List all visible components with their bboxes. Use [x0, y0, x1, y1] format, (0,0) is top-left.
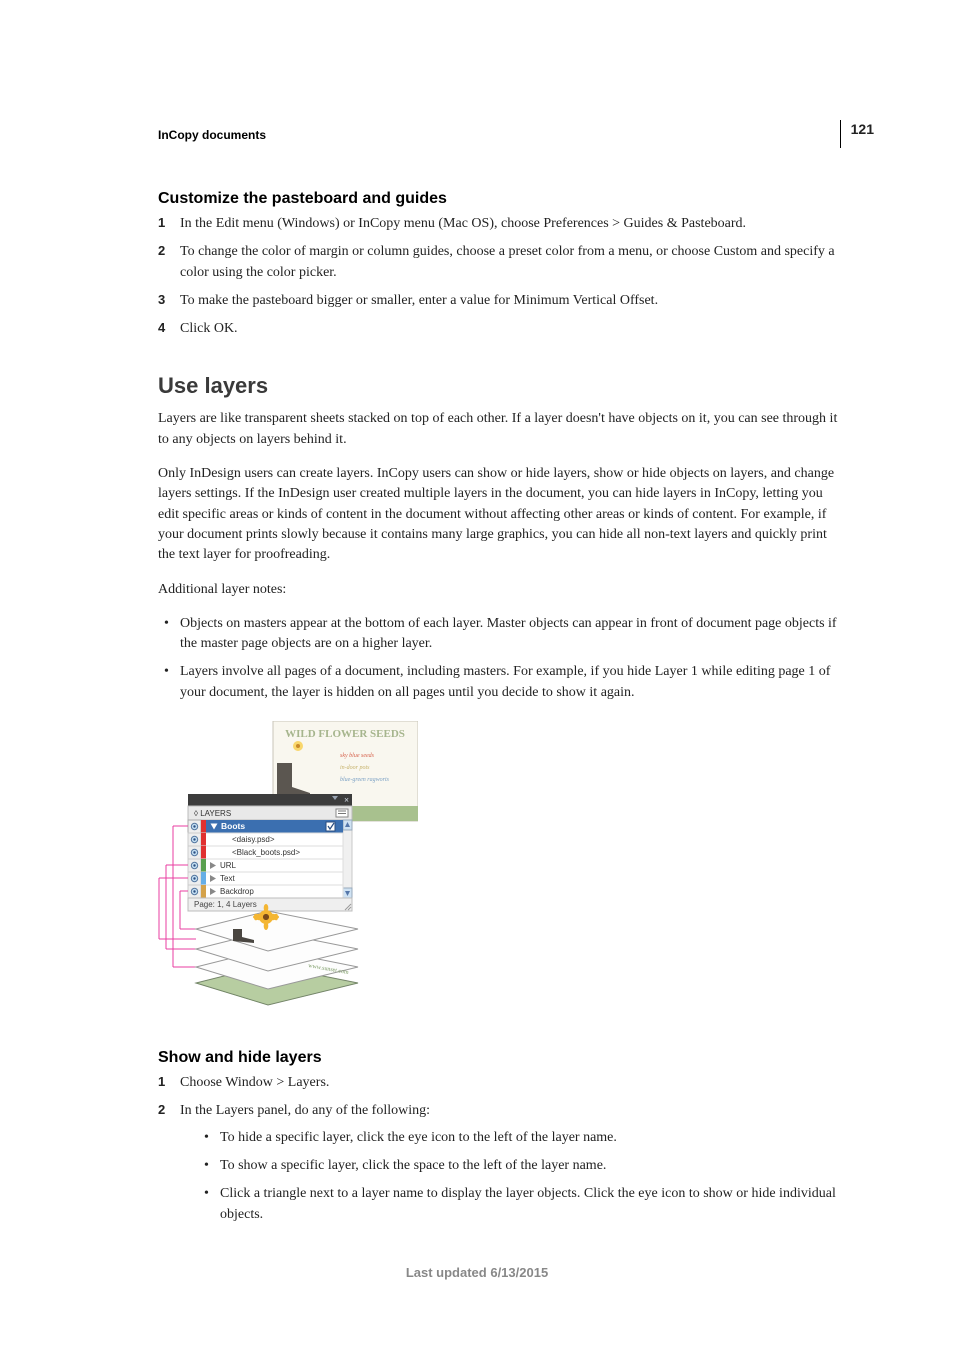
layer-row-daisy[interactable]: <daisy.psd> — [188, 833, 343, 846]
step-2: 2To change the color of margin or column… — [158, 242, 838, 283]
bullet-2: Layers involve all pages of a document, … — [158, 662, 838, 703]
step-4: 4Click OK. — [158, 319, 838, 339]
step-1: 1Choose Window > Layers. — [158, 1073, 838, 1093]
use-layers-heading: Use layers — [158, 373, 838, 399]
step-3: 3To make the pasteboard bigger or smalle… — [158, 291, 838, 311]
layer-label: <Black_boots.psd> — [232, 848, 300, 857]
layer-label: URL — [220, 861, 237, 870]
substep-text: To hide a specific layer, click the eye … — [220, 1130, 617, 1145]
page: 121 InCopy documents Customize the paste… — [0, 0, 954, 1350]
pasteboard-steps: 1In the Edit menu (Windows) or InCopy me… — [158, 214, 838, 339]
step-text: To make the pasteboard bigger or smaller… — [180, 293, 658, 308]
close-icon[interactable]: × — [344, 795, 349, 805]
footer-last-updated: Last updated 6/13/2015 — [0, 1265, 954, 1280]
use-layers-para-3: Additional layer notes: — [158, 580, 838, 600]
step-text: Click OK. — [180, 321, 238, 336]
panel-title: ◊ LAYERS — [194, 809, 231, 818]
layer-row-backdrop[interactable]: Backdrop — [188, 885, 343, 898]
show-hide-steps: 1Choose Window > Layers. 2In the Layers … — [158, 1073, 838, 1225]
step-text: In the Layers panel, do any of the follo… — [180, 1103, 430, 1118]
layer-row-blackboots[interactable]: <Black_boots.psd> — [188, 846, 343, 859]
substep-b: To show a specific layer, click the spac… — [180, 1156, 838, 1176]
layers-figure: WILD FLOWER SEEDS sky blue seeds in-door… — [158, 721, 838, 1021]
layer-label: <daisy.psd> — [232, 835, 275, 844]
layer-label: Boots — [221, 821, 245, 831]
layers-panel: × ◊ LAYERS — [188, 794, 352, 911]
pasteboard-heading: Customize the pasteboard and guides — [158, 190, 838, 208]
substep-a: To hide a specific layer, click the eye … — [180, 1128, 838, 1148]
step-text: Choose Window > Layers. — [180, 1075, 329, 1090]
bullet-text: Objects on masters appear at the bottom … — [180, 616, 837, 651]
substep-text: To show a specific layer, click the spac… — [220, 1158, 606, 1173]
document-header: InCopy documents — [158, 128, 838, 142]
layer-row-url[interactable]: URL — [188, 859, 343, 872]
doc-tiny-line-2: in-door pots — [340, 765, 370, 771]
bullet-1: Objects on masters appear at the bottom … — [158, 614, 838, 655]
panel-status: Page: 1, 4 Layers — [194, 900, 257, 909]
layer-row-boots[interactable]: Boots — [188, 820, 343, 833]
use-layers-bullets: Objects on masters appear at the bottom … — [158, 614, 838, 703]
step-text: To change the color of margin or column … — [180, 244, 835, 279]
doc-tiny-line-1: sky blue seeds — [340, 753, 375, 759]
doc-title: WILD FLOWER SEEDS — [285, 728, 405, 740]
use-layers-para-2: Only InDesign users can create layers. I… — [158, 464, 838, 565]
layer-row-text[interactable]: Text — [188, 872, 343, 885]
page-number: 121 — [840, 120, 874, 148]
substep-c: Click a triangle next to a layer name to… — [180, 1184, 838, 1225]
layer-label: Backdrop — [220, 887, 254, 896]
layer-label: Text — [220, 874, 235, 883]
bullet-text: Layers involve all pages of a document, … — [180, 664, 830, 699]
use-layers-para-1: Layers are like transparent sheets stack… — [158, 409, 838, 450]
show-hide-heading: Show and hide layers — [158, 1049, 838, 1067]
step-2: 2In the Layers panel, do any of the foll… — [158, 1101, 838, 1224]
doc-tiny-line-3: blue-green ragworts — [340, 777, 390, 783]
show-hide-substeps: To hide a specific layer, click the eye … — [180, 1128, 838, 1225]
substep-text: Click a triangle next to a layer name to… — [220, 1186, 836, 1221]
step-1: 1In the Edit menu (Windows) or InCopy me… — [158, 214, 838, 234]
layers-figure-svg: WILD FLOWER SEEDS sky blue seeds in-door… — [158, 721, 418, 1021]
step-text: In the Edit menu (Windows) or InCopy men… — [180, 216, 746, 231]
